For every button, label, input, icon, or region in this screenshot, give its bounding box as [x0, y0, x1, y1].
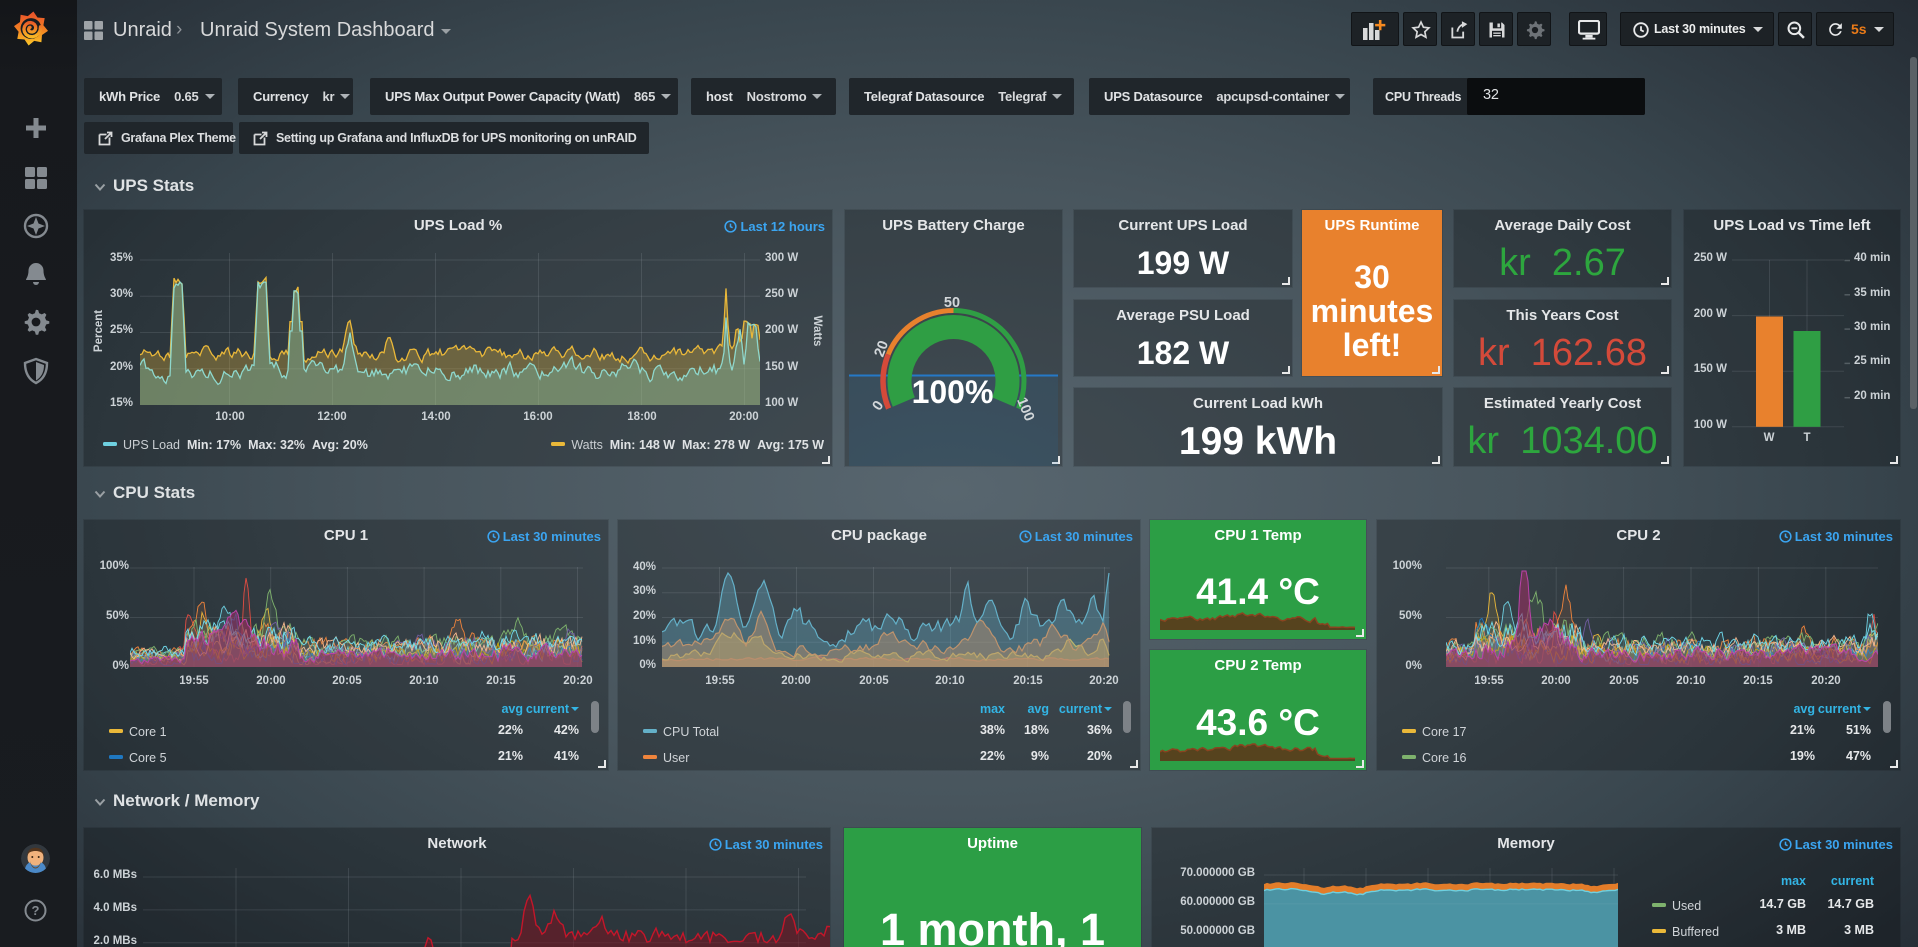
svg-text:100%: 100%	[912, 374, 994, 410]
svg-text:50: 50	[944, 295, 960, 311]
svg-text:?: ?	[32, 903, 40, 918]
